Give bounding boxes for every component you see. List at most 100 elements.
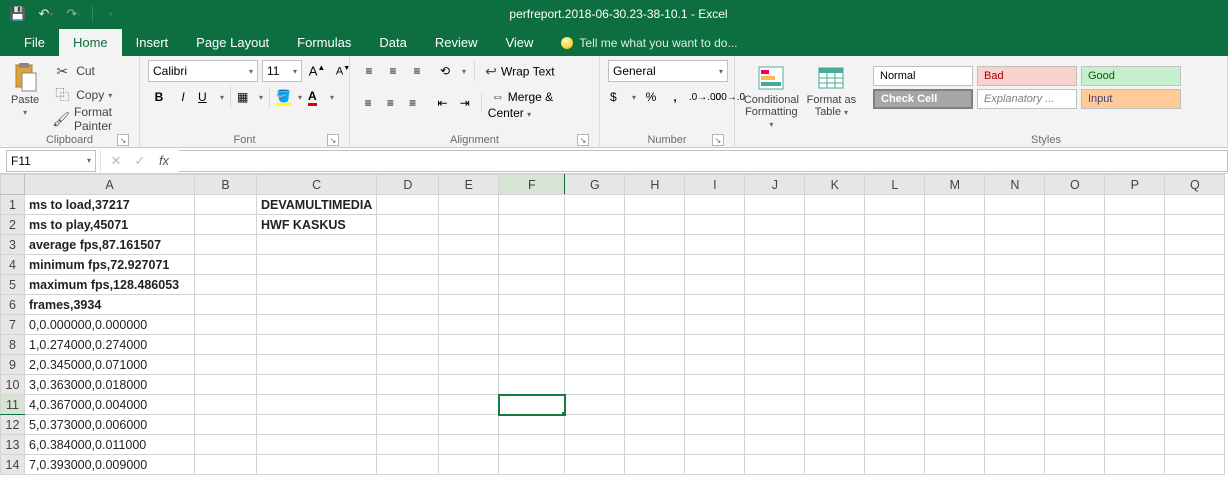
cell-I14[interactable]: [685, 455, 745, 475]
cell-F13[interactable]: [499, 435, 565, 455]
cell-A12[interactable]: 5,0.373000,0.006000: [25, 415, 195, 435]
cell-E4[interactable]: [439, 255, 499, 275]
fill-color-button[interactable]: 🪣▾: [274, 86, 304, 108]
increase-indent-button[interactable]: ⇥: [455, 92, 475, 114]
cell-H12[interactable]: [625, 415, 685, 435]
cell-P14[interactable]: [1105, 455, 1165, 475]
cell-G14[interactable]: [565, 455, 625, 475]
col-header-K[interactable]: K: [805, 175, 865, 195]
cell-Q8[interactable]: [1165, 335, 1225, 355]
cell-A13[interactable]: 6,0.384000,0.011000: [25, 435, 195, 455]
cell-Q11[interactable]: [1165, 395, 1225, 415]
cell-B8[interactable]: [195, 335, 257, 355]
cell-E9[interactable]: [439, 355, 499, 375]
qat-customize[interactable]: ▾: [99, 3, 123, 25]
cell-C6[interactable]: [257, 295, 377, 315]
col-header-D[interactable]: D: [377, 175, 439, 195]
cell-E1[interactable]: [439, 195, 499, 215]
row-header-9[interactable]: 9: [1, 355, 25, 375]
cell-P9[interactable]: [1105, 355, 1165, 375]
comma-button[interactable]: ,: [664, 86, 686, 108]
cell-A14[interactable]: 7,0.393000,0.009000: [25, 455, 195, 475]
paste-button[interactable]: Paste ▾: [8, 60, 42, 118]
align-bottom-button[interactable]: ≡: [406, 60, 428, 82]
number-format-combo[interactable]: General▾: [608, 60, 728, 82]
cell-G5[interactable]: [565, 275, 625, 295]
cell-P13[interactable]: [1105, 435, 1165, 455]
cell-E11[interactable]: [439, 395, 499, 415]
merge-center-button[interactable]: ⇔Merge & Center ▾: [488, 86, 591, 120]
insert-function-button[interactable]: fx: [153, 150, 175, 172]
cell-H2[interactable]: [625, 215, 685, 235]
cell-N13[interactable]: [985, 435, 1045, 455]
cell-M10[interactable]: [925, 375, 985, 395]
cell-F5[interactable]: [499, 275, 565, 295]
cell-B4[interactable]: [195, 255, 257, 275]
cell-F12[interactable]: [499, 415, 565, 435]
grow-font-button[interactable]: A▲: [306, 60, 328, 82]
cell-A3[interactable]: average fps,87.161507: [25, 235, 195, 255]
cell-D2[interactable]: [377, 215, 439, 235]
cell-P3[interactable]: [1105, 235, 1165, 255]
cell-D5[interactable]: [377, 275, 439, 295]
orientation-button[interactable]: ⟲▾: [438, 60, 468, 82]
align-left-button[interactable]: ≡: [358, 92, 378, 114]
cell-C10[interactable]: [257, 375, 377, 395]
cell-P6[interactable]: [1105, 295, 1165, 315]
row-header-12[interactable]: 12: [1, 415, 25, 435]
cell-H7[interactable]: [625, 315, 685, 335]
cell-K11[interactable]: [805, 395, 865, 415]
cell-M14[interactable]: [925, 455, 985, 475]
tab-insert[interactable]: Insert: [122, 29, 183, 56]
cell-O3[interactable]: [1045, 235, 1105, 255]
style-good[interactable]: Good: [1081, 66, 1181, 86]
cell-B5[interactable]: [195, 275, 257, 295]
col-header-E[interactable]: E: [439, 175, 499, 195]
cell-D12[interactable]: [377, 415, 439, 435]
cell-I5[interactable]: [685, 275, 745, 295]
undo-button[interactable]: ↶▾: [34, 3, 58, 25]
tab-data[interactable]: Data: [365, 29, 420, 56]
col-header-N[interactable]: N: [985, 175, 1045, 195]
cell-M8[interactable]: [925, 335, 985, 355]
cell-D14[interactable]: [377, 455, 439, 475]
cell-A6[interactable]: frames,3934: [25, 295, 195, 315]
cell-M1[interactable]: [925, 195, 985, 215]
cell-H6[interactable]: [625, 295, 685, 315]
cell-F8[interactable]: [499, 335, 565, 355]
cell-O6[interactable]: [1045, 295, 1105, 315]
cell-A8[interactable]: 1,0.274000,0.274000: [25, 335, 195, 355]
cell-C8[interactable]: [257, 335, 377, 355]
cell-B10[interactable]: [195, 375, 257, 395]
cell-E10[interactable]: [439, 375, 499, 395]
cell-G2[interactable]: [565, 215, 625, 235]
cell-A7[interactable]: 0,0.000000,0.000000: [25, 315, 195, 335]
cell-L9[interactable]: [865, 355, 925, 375]
cell-N12[interactable]: [985, 415, 1045, 435]
cell-F1[interactable]: [499, 195, 565, 215]
style-check-cell[interactable]: Check Cell: [873, 89, 973, 109]
cell-B1[interactable]: [195, 195, 257, 215]
cell-B12[interactable]: [195, 415, 257, 435]
format-as-table-button[interactable]: Format as Table ▾: [806, 60, 857, 118]
cell-N9[interactable]: [985, 355, 1045, 375]
row-header-8[interactable]: 8: [1, 335, 25, 355]
cell-B13[interactable]: [195, 435, 257, 455]
cell-A9[interactable]: 2,0.345000,0.071000: [25, 355, 195, 375]
italic-button[interactable]: I: [172, 86, 194, 108]
alignment-dialog-launcher[interactable]: ↘: [577, 134, 589, 146]
cell-E13[interactable]: [439, 435, 499, 455]
cell-J9[interactable]: [745, 355, 805, 375]
accounting-format-button[interactable]: $▾: [608, 86, 638, 108]
col-header-G[interactable]: G: [565, 175, 625, 195]
row-header-13[interactable]: 13: [1, 435, 25, 455]
cell-O2[interactable]: [1045, 215, 1105, 235]
percent-button[interactable]: %: [640, 86, 662, 108]
row-header-10[interactable]: 10: [1, 375, 25, 395]
cell-Q14[interactable]: [1165, 455, 1225, 475]
cell-E6[interactable]: [439, 295, 499, 315]
cell-G7[interactable]: [565, 315, 625, 335]
row-header-14[interactable]: 14: [1, 455, 25, 475]
cell-L14[interactable]: [865, 455, 925, 475]
cell-K9[interactable]: [805, 355, 865, 375]
